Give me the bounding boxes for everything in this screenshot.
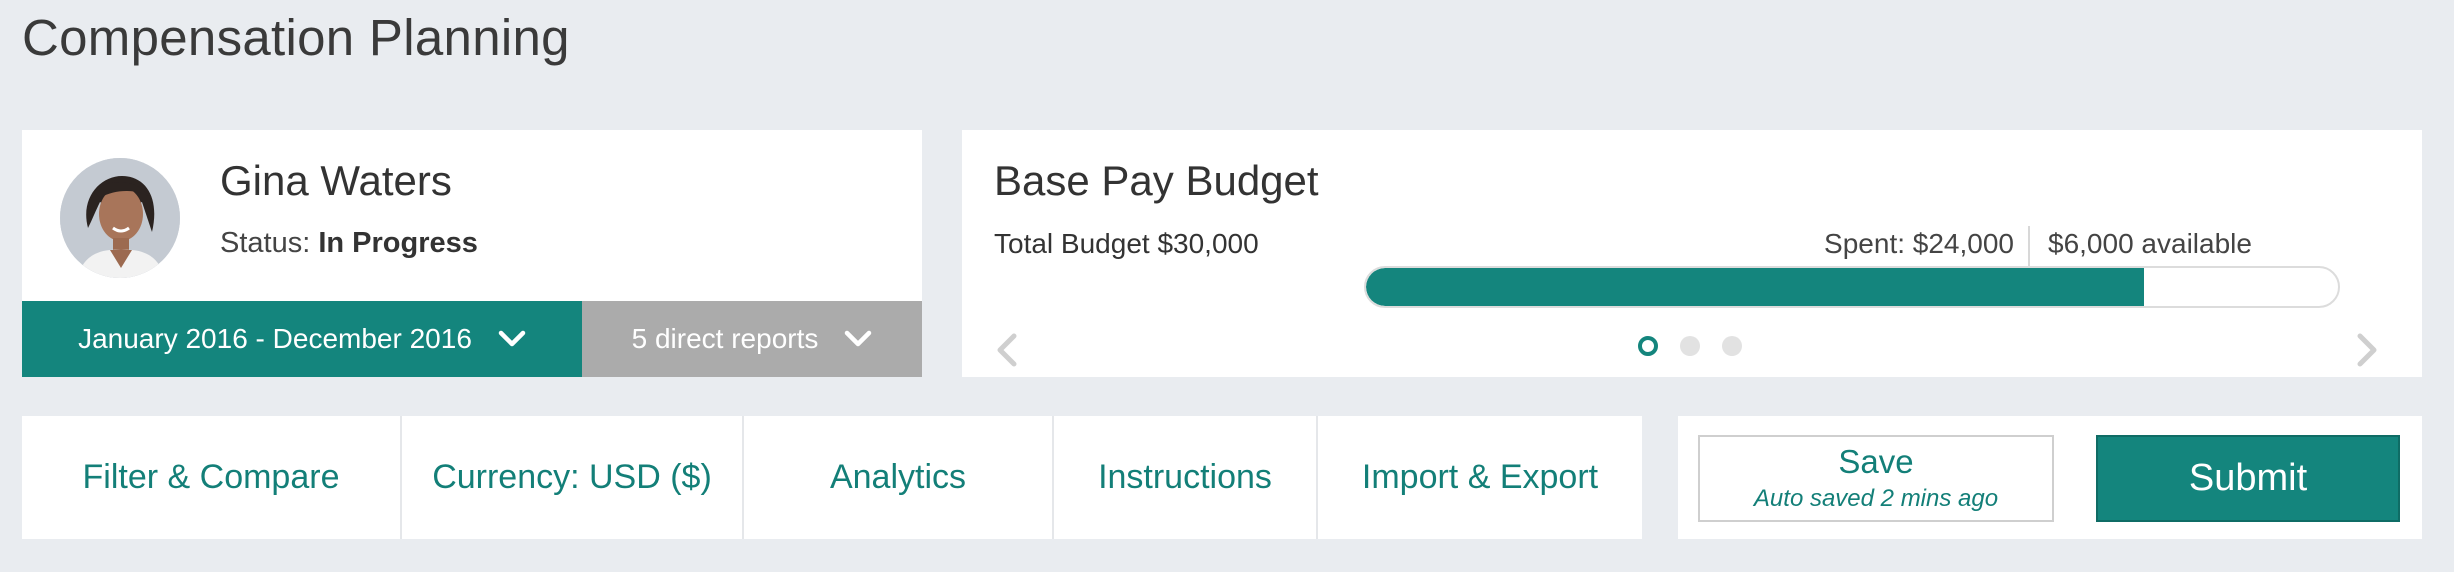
period-dropdown[interactable]: January 2016 - December 2016 [22, 301, 582, 377]
save-button[interactable]: Save Auto saved 2 mins ago [1698, 435, 2054, 522]
carousel-next-button[interactable] [2352, 330, 2382, 370]
filter-compare-button[interactable]: Filter & Compare [22, 416, 402, 539]
autosave-status: Auto saved 2 mins ago [1753, 484, 1999, 512]
period-label: January 2016 - December 2016 [78, 323, 472, 354]
spent-label: Spent: $24,000 [1824, 228, 2014, 259]
direct-reports-label: 5 direct reports [631, 323, 819, 354]
employee-name: Gina Waters [220, 157, 452, 204]
carousel-dot[interactable] [1680, 336, 1700, 356]
carousel-prev-button[interactable] [992, 330, 1022, 370]
employee-card: Gina Waters Status: In Progress January … [22, 130, 922, 377]
chevron-down-icon [498, 330, 526, 348]
status-value: In Progress [318, 227, 478, 259]
save-submit-panel: Save Auto saved 2 mins ago Submit [1678, 416, 2422, 539]
direct-reports-dropdown[interactable]: 5 direct reports [582, 301, 922, 377]
carousel-pagination [1638, 336, 1742, 356]
status-label: Status: [220, 227, 311, 259]
chevron-down-icon [844, 330, 872, 348]
budget-card: Base Pay Budget Total Budget $30,000 Spe… [962, 130, 2422, 377]
carousel-dot[interactable] [1722, 336, 1742, 356]
carousel-dot[interactable] [1638, 336, 1658, 356]
submit-button[interactable]: Submit [2096, 435, 2400, 522]
action-toolbar: Filter & Compare Currency: USD ($) Analy… [22, 416, 1642, 539]
analytics-button[interactable]: Analytics [744, 416, 1054, 539]
currency-button[interactable]: Currency: USD ($) [402, 416, 744, 539]
available-label: $6,000 available [2048, 228, 2252, 259]
avatar [60, 158, 180, 278]
budget-progress-fill [1366, 268, 2144, 306]
chevron-left-icon [997, 333, 1017, 367]
person-photo-icon [60, 158, 180, 278]
budget-title: Base Pay Budget [994, 157, 1319, 204]
budget-divider [2028, 226, 2030, 266]
save-label: Save [1838, 443, 1914, 481]
employee-status: Status: In Progress [220, 227, 478, 260]
chevron-right-icon [2357, 333, 2377, 367]
budget-total: Total Budget $30,000 [994, 228, 1259, 259]
budget-progress-bar [1364, 266, 2340, 308]
page-title: Compensation Planning [22, 9, 570, 66]
import-export-button[interactable]: Import & Export [1318, 416, 1642, 539]
instructions-button[interactable]: Instructions [1054, 416, 1318, 539]
